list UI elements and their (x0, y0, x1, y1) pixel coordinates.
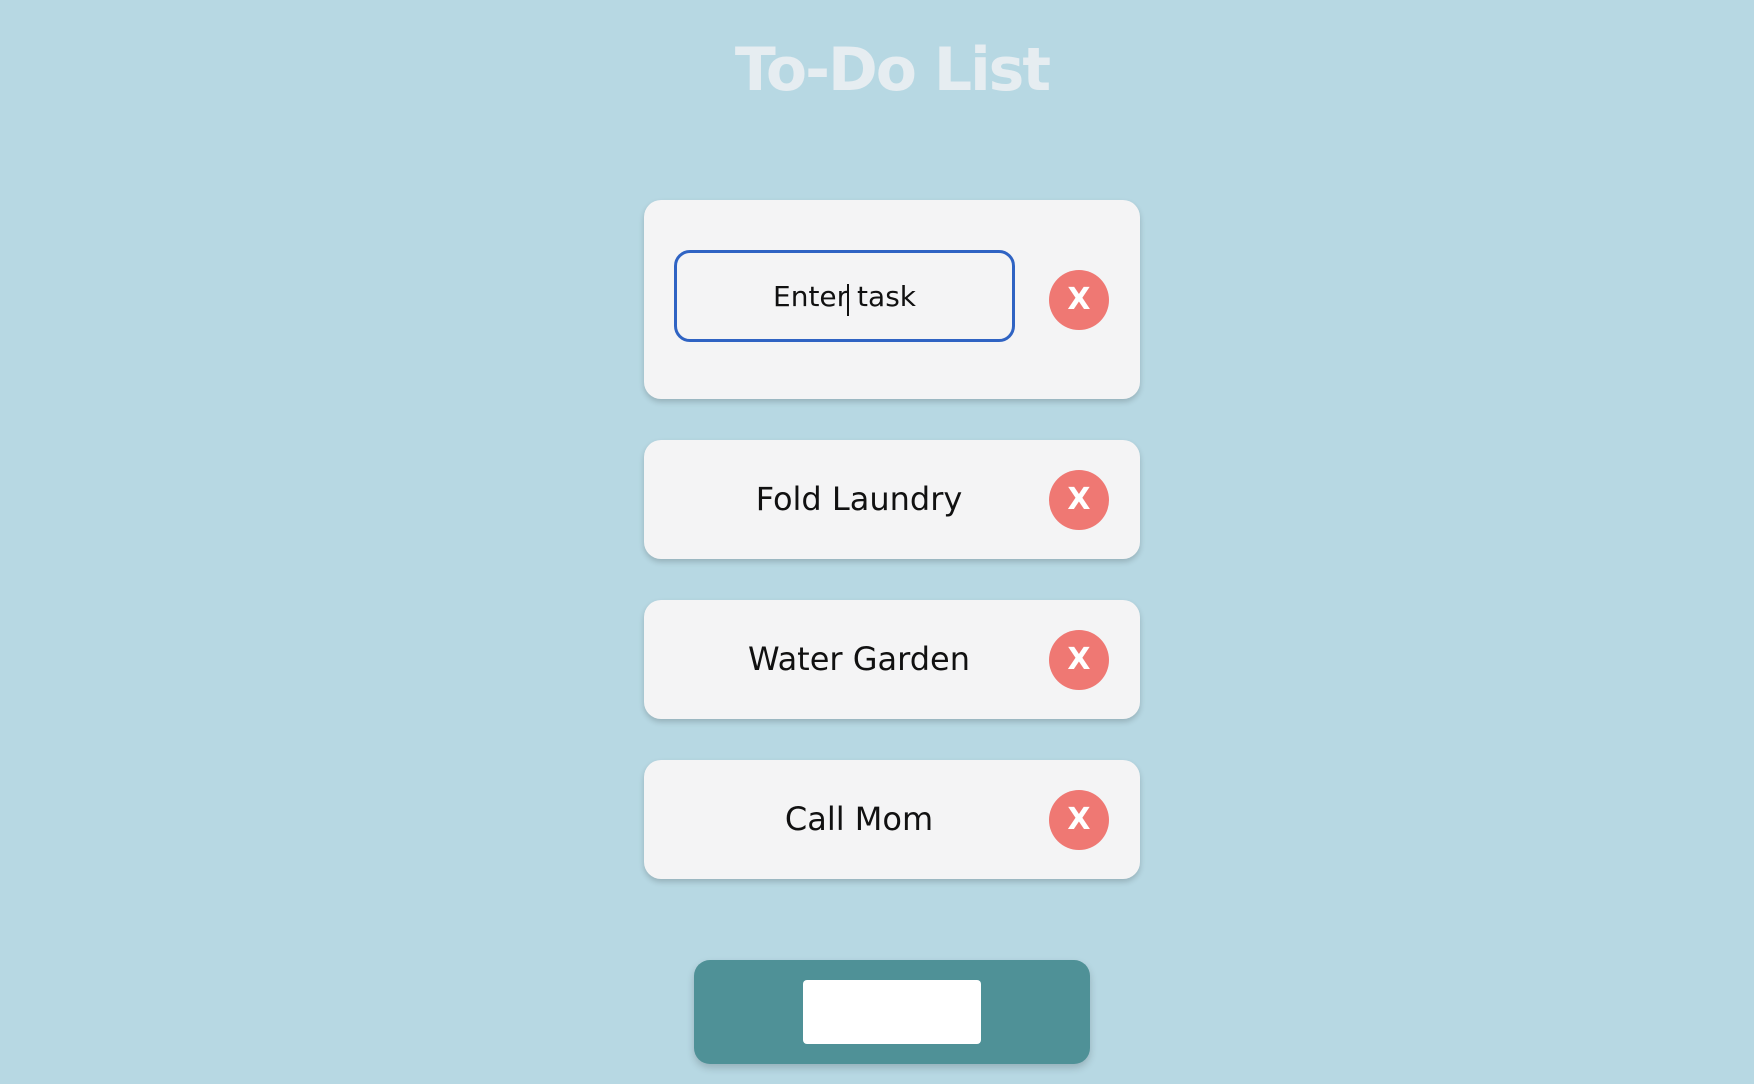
task-label: Water Garden (747, 640, 971, 678)
task-label: Fold Laundry (755, 480, 963, 518)
delete-task-button[interactable]: X (1049, 470, 1109, 530)
task-item: Call Mom X (644, 760, 1140, 879)
delete-task-button[interactable]: X (1049, 790, 1109, 850)
task-input[interactable] (674, 250, 1015, 342)
task-item: Water Garden X (644, 600, 1140, 719)
delete-task-button[interactable]: X (1049, 630, 1109, 690)
task-item: Fold Laundry X (644, 440, 1140, 559)
todo-page: To-Do List X Fold Laundry X Water Garden… (0, 0, 1754, 1084)
new-task-card: X (644, 200, 1140, 399)
delete-new-task-button[interactable]: X (1049, 270, 1109, 330)
page-title: To-Do List (734, 35, 1051, 105)
add-task-button[interactable] (803, 980, 981, 1044)
text-cursor (847, 284, 849, 316)
task-label: Call Mom (784, 800, 934, 838)
add-task-panel (694, 960, 1090, 1064)
